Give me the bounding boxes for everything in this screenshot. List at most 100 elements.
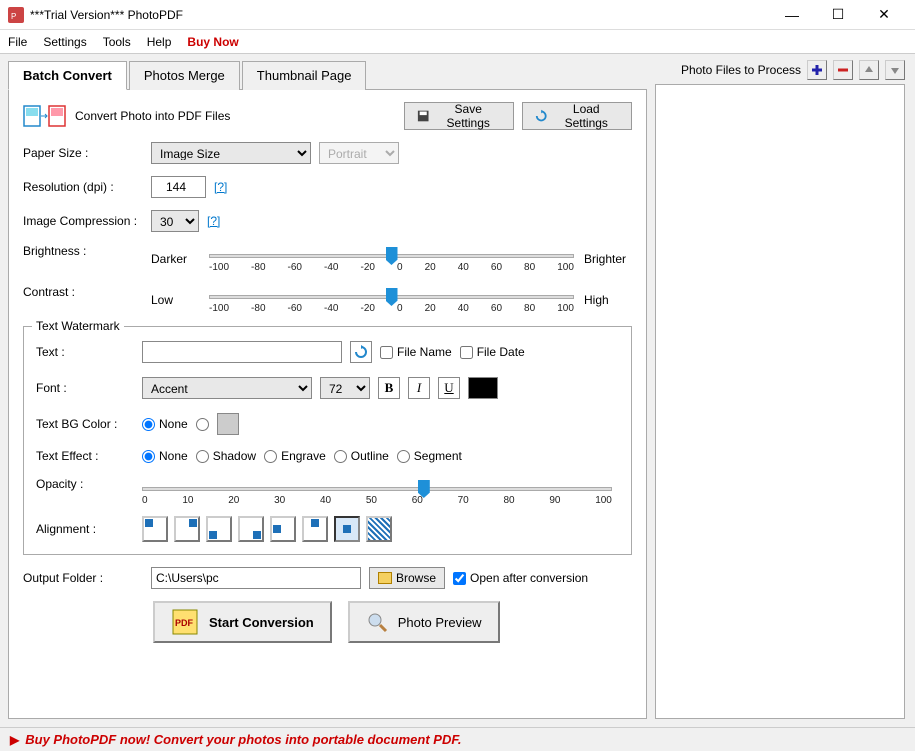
maximize-button[interactable]: ☐: [815, 0, 861, 30]
bold-button[interactable]: B: [378, 377, 400, 399]
window-title: ***Trial Version*** PhotoPDF: [30, 8, 769, 22]
compression-help-link[interactable]: [?]: [207, 214, 220, 228]
text-label: Text :: [36, 345, 134, 359]
opacity-slider[interactable]: [142, 487, 612, 491]
resolution-help-link[interactable]: [?]: [214, 180, 227, 194]
effect-none-radio[interactable]: [142, 450, 155, 463]
opacity-label: Opacity :: [36, 477, 134, 491]
effect-label: Text Effect :: [36, 449, 134, 463]
font-size-select[interactable]: 72: [320, 377, 370, 399]
file-list[interactable]: [655, 84, 905, 719]
save-settings-button[interactable]: Save Settings: [404, 102, 514, 130]
arrow-up-icon: [863, 64, 875, 76]
move-up-button[interactable]: [859, 60, 879, 80]
font-label: Font :: [36, 381, 134, 395]
tabs: Batch Convert Photos Merge Thumbnail Pag…: [8, 61, 647, 90]
compression-select[interactable]: 30: [151, 210, 199, 232]
align-top-left[interactable]: [142, 516, 168, 542]
tab-batch-convert[interactable]: Batch Convert: [8, 61, 127, 90]
effect-outline-radio[interactable]: [334, 450, 347, 463]
resolution-input[interactable]: [151, 176, 206, 198]
watermark-refresh-button[interactable]: [350, 341, 372, 363]
statusbar: ▶ Buy PhotoPDF now! Convert your photos …: [0, 727, 915, 751]
bg-color-radio[interactable]: [196, 418, 209, 431]
convert-icon: [23, 104, 67, 128]
add-file-button[interactable]: [807, 60, 827, 80]
folder-icon: [378, 572, 392, 584]
close-button[interactable]: ✕: [861, 0, 907, 30]
filename-checkbox[interactable]: [380, 346, 393, 359]
menubar: File Settings Tools Help Buy Now: [0, 30, 915, 54]
move-down-button[interactable]: [885, 60, 905, 80]
menu-settings[interactable]: Settings: [43, 35, 86, 49]
status-arrow-icon: ▶: [10, 733, 19, 747]
contrast-low: Low: [151, 293, 199, 307]
font-color-swatch[interactable]: [468, 377, 498, 399]
menu-buy-now[interactable]: Buy Now: [187, 35, 238, 49]
tab-thumbnail-page[interactable]: Thumbnail Page: [242, 61, 367, 90]
bg-none-radio[interactable]: [142, 418, 155, 431]
watermark-text-input[interactable]: [142, 341, 342, 363]
font-select[interactable]: Accent: [142, 377, 312, 399]
bg-color-label: Text BG Color :: [36, 417, 134, 431]
effect-shadow-radio[interactable]: [196, 450, 209, 463]
minimize-button[interactable]: —: [769, 0, 815, 30]
plus-icon: [811, 64, 823, 76]
titlebar: P ***Trial Version*** PhotoPDF — ☐ ✕: [0, 0, 915, 30]
effect-segment-radio[interactable]: [397, 450, 410, 463]
app-icon: P: [8, 7, 24, 23]
contrast-label: Contrast :: [23, 285, 143, 299]
alignment-label: Alignment :: [36, 522, 134, 536]
brightness-low: Darker: [151, 252, 199, 266]
open-after-checkbox[interactable]: [453, 572, 466, 585]
minus-icon: [837, 64, 849, 76]
align-top-center[interactable]: [302, 516, 328, 542]
save-icon: [417, 109, 429, 123]
contrast-slider[interactable]: [209, 295, 574, 299]
status-message[interactable]: Buy PhotoPDF now! Convert your photos in…: [25, 732, 461, 747]
menu-file[interactable]: File: [8, 35, 27, 49]
remove-file-button[interactable]: [833, 60, 853, 80]
opacity-ticks: 0102030405060708090100: [142, 495, 612, 506]
watermark-group: Text Watermark Text : File Name File Dat…: [23, 326, 632, 555]
output-label: Output Folder :: [23, 571, 143, 585]
menu-tools[interactable]: Tools: [103, 35, 131, 49]
files-header: Photo Files to Process: [681, 63, 801, 77]
tab-photos-merge[interactable]: Photos Merge: [129, 61, 240, 90]
orientation-select[interactable]: Portrait: [319, 142, 399, 164]
description: Convert Photo into PDF Files: [75, 109, 230, 123]
batch-convert-panel: Convert Photo into PDF Files Save Settin…: [8, 89, 647, 719]
load-settings-button[interactable]: Load Settings: [522, 102, 632, 130]
bg-color-swatch[interactable]: [217, 413, 239, 435]
align-tile[interactable]: [366, 516, 392, 542]
svg-text:PDF: PDF: [175, 618, 194, 628]
brightness-high: Brighter: [584, 252, 632, 266]
watermark-legend: Text Watermark: [32, 319, 124, 333]
reload-icon: [535, 109, 548, 123]
align-bottom-right[interactable]: [238, 516, 264, 542]
magnifier-icon: [366, 611, 388, 633]
arrow-down-icon: [889, 64, 901, 76]
paper-size-select[interactable]: Image Size: [151, 142, 311, 164]
svg-text:P: P: [11, 12, 16, 21]
browse-button[interactable]: Browse: [369, 567, 445, 589]
output-folder-input[interactable]: [151, 567, 361, 589]
align-center[interactable]: [334, 516, 360, 542]
filedate-checkbox[interactable]: [460, 346, 473, 359]
brightness-label: Brightness :: [23, 244, 143, 258]
paper-size-label: Paper Size :: [23, 146, 143, 160]
brightness-slider[interactable]: [209, 254, 574, 258]
effect-engrave-radio[interactable]: [264, 450, 277, 463]
contrast-high: High: [584, 293, 632, 307]
align-top-right[interactable]: [174, 516, 200, 542]
italic-button[interactable]: I: [408, 377, 430, 399]
compression-label: Image Compression :: [23, 214, 143, 228]
align-bottom-left[interactable]: [206, 516, 232, 542]
start-conversion-button[interactable]: PDF Start Conversion: [153, 601, 332, 643]
pdf-icon: PDF: [171, 608, 199, 636]
menu-help[interactable]: Help: [147, 35, 172, 49]
photo-preview-button[interactable]: Photo Preview: [348, 601, 500, 643]
align-left-center[interactable]: [270, 516, 296, 542]
resolution-label: Resolution (dpi) :: [23, 180, 143, 194]
underline-button[interactable]: U: [438, 377, 460, 399]
